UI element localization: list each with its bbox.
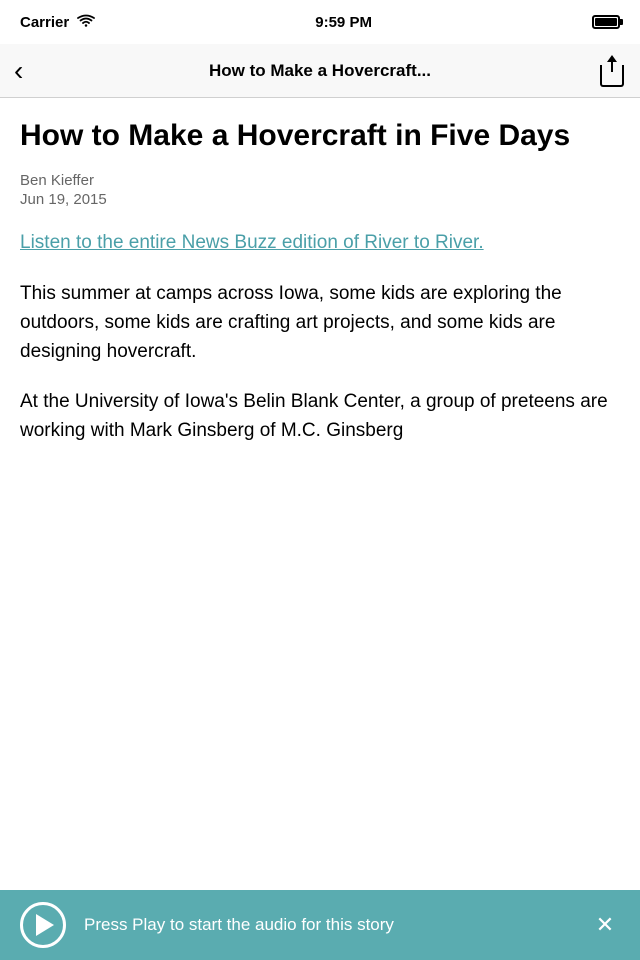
status-bar: Carrier 9:59 PM bbox=[0, 0, 640, 44]
article-title: How to Make a Hovercraft in Five Days bbox=[20, 118, 620, 154]
article-author: Ben Kieffer bbox=[20, 172, 620, 189]
back-chevron-icon: ‹ bbox=[14, 57, 23, 85]
wifi-icon bbox=[77, 14, 95, 31]
close-icon: ✕ bbox=[596, 914, 614, 936]
nav-bar: ‹ How to Make a Hovercraft... bbox=[0, 44, 640, 98]
share-icon bbox=[598, 55, 626, 87]
play-icon bbox=[36, 914, 54, 936]
article-date: Jun 19, 2015 bbox=[20, 191, 620, 208]
article-paragraph-2: At the University of Iowa's Belin Blank … bbox=[20, 387, 620, 446]
article-meta: Ben Kieffer Jun 19, 2015 bbox=[20, 172, 620, 208]
nav-title: How to Make a Hovercraft... bbox=[50, 61, 590, 81]
article-link[interactable]: Listen to the entire News Buzz edition o… bbox=[20, 230, 620, 257]
back-button[interactable]: ‹ bbox=[14, 49, 50, 93]
audio-close-button[interactable]: ✕ bbox=[590, 910, 620, 940]
carrier-label: Carrier bbox=[20, 14, 69, 31]
article-content: How to Make a Hovercraft in Five Days Be… bbox=[0, 98, 640, 890]
battery-icon bbox=[592, 15, 620, 29]
audio-bar-text: Press Play to start the audio for this s… bbox=[84, 914, 572, 936]
article-body: This summer at camps across Iowa, some k… bbox=[20, 279, 620, 446]
status-left: Carrier bbox=[20, 14, 95, 31]
status-time: 9:59 PM bbox=[315, 14, 372, 31]
share-button[interactable] bbox=[590, 49, 626, 93]
battery-fill bbox=[595, 18, 617, 26]
play-button[interactable] bbox=[20, 902, 66, 948]
article-paragraph-1: This summer at camps across Iowa, some k… bbox=[20, 279, 620, 367]
status-right bbox=[592, 15, 620, 29]
audio-bar: Press Play to start the audio for this s… bbox=[0, 890, 640, 960]
